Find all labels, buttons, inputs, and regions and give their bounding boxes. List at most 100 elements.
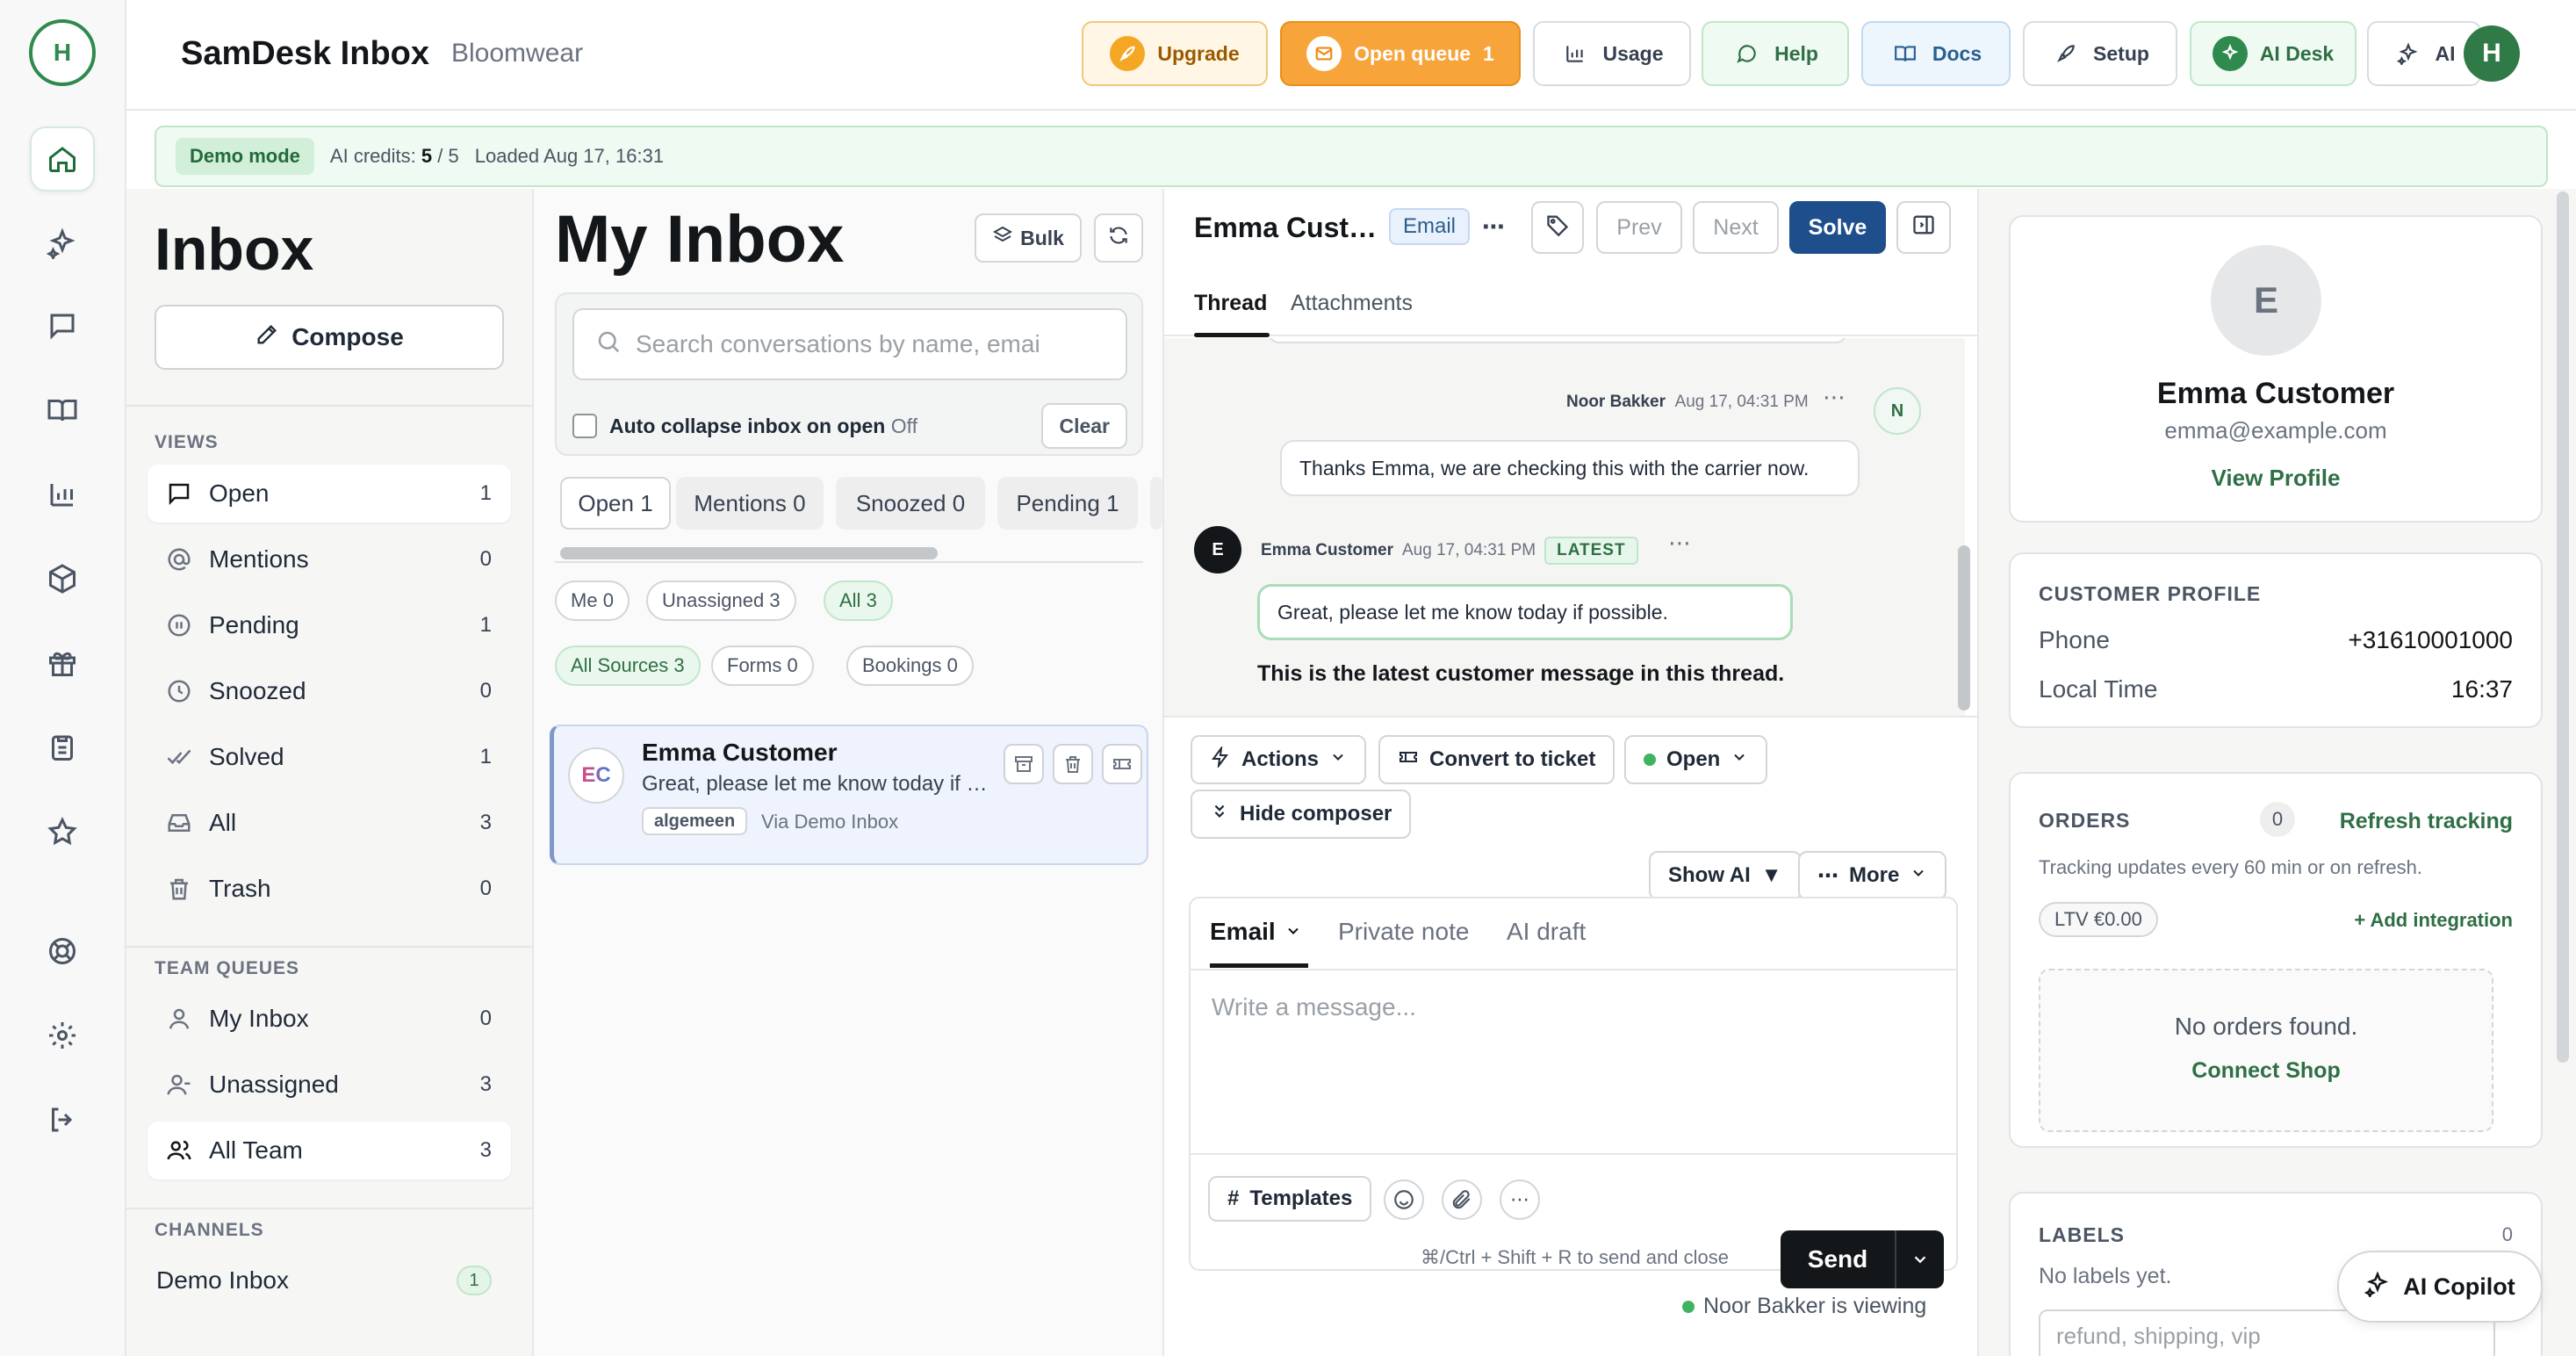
message-more-icon[interactable]: ⋯ [1823, 384, 1846, 411]
setup-button[interactable]: Setup [2023, 21, 2177, 86]
convert-to-ticket-button[interactable]: Convert to ticket [1378, 735, 1615, 784]
nav-view-open[interactable]: Open 1 [148, 465, 511, 523]
filter-all[interactable]: All 3 [824, 581, 893, 621]
next-button[interactable]: Next [1693, 201, 1779, 254]
editor-tab-ai-draft[interactable]: AI draft [1507, 918, 1586, 946]
nav-queue-all-team[interactable]: All Team 3 [148, 1122, 511, 1179]
editor-tab-email[interactable]: Email [1210, 918, 1302, 946]
hide-composer-button[interactable]: Hide composer [1191, 790, 1412, 839]
help-button[interactable]: Help [1702, 21, 1849, 86]
refresh-button[interactable] [1094, 213, 1143, 263]
view-profile-link[interactable]: View Profile [2011, 465, 2541, 492]
ai-desk-button[interactable]: AI Desk [2190, 21, 2357, 86]
logout-icon[interactable] [30, 1087, 95, 1152]
message-more-icon[interactable]: ⋯ [1668, 530, 1691, 557]
tab-thread[interactable]: Thread [1194, 291, 1267, 316]
chat-icon[interactable] [30, 293, 95, 358]
nav-view-mentions[interactable]: Mentions 0 [148, 530, 511, 588]
tab-overflow[interactable] [1150, 477, 1162, 530]
send-button[interactable]: Send [1781, 1245, 1895, 1273]
usage-button[interactable]: Usage [1533, 21, 1691, 86]
connect-shop-link[interactable]: Connect Shop [2040, 1058, 2492, 1084]
search-input[interactable]: Search conversations by name, emai [572, 308, 1127, 380]
nav-queue-my-inbox[interactable]: My Inbox 0 [148, 990, 511, 1048]
more-button[interactable]: ⋯ More [1798, 851, 1947, 900]
clear-button[interactable]: Clear [1041, 403, 1127, 449]
top-header: SamDesk Inbox Bloomwear Upgrade Open que… [126, 0, 2576, 111]
message-meta: Noor Bakker Aug 17, 04:31 PM [1566, 393, 1809, 411]
book-icon[interactable] [30, 378, 95, 443]
ticket-icon[interactable] [1102, 744, 1142, 784]
open-queue-button[interactable]: Open queue 1 [1280, 21, 1521, 86]
toggle-sidebar-button[interactable] [1896, 201, 1951, 254]
package-icon[interactable] [30, 546, 95, 611]
double-check-icon [163, 741, 195, 773]
user-avatar[interactable]: H [2464, 25, 2520, 82]
tab-open[interactable]: Open 1 [560, 477, 671, 530]
tab-mentions[interactable]: Mentions 0 [676, 477, 824, 530]
nav-channel-demo-inbox[interactable]: Demo Inbox 1 [148, 1251, 511, 1309]
bulk-button[interactable]: Bulk [975, 213, 1082, 263]
tab-attachments[interactable]: Attachments [1291, 291, 1413, 316]
more-dots-icon[interactable]: ⋯ [1482, 213, 1505, 241]
sparkles-icon[interactable] [30, 211, 95, 276]
paperclip-icon[interactable] [1442, 1179, 1482, 1220]
bar-chart-icon[interactable] [30, 462, 95, 527]
show-ai-button[interactable]: Show AI ▼ [1649, 851, 1802, 900]
trash-icon[interactable] [1053, 744, 1093, 784]
tabs-scrollbar[interactable] [560, 547, 938, 559]
channels-header: CHANNELS [155, 1220, 264, 1240]
emoji-icon[interactable] [1384, 1179, 1424, 1220]
nav-queue-unassigned[interactable]: Unassigned 3 [148, 1056, 511, 1114]
ai-copilot-button[interactable]: AI Copilot [2337, 1251, 2543, 1323]
tab-snoozed[interactable]: Snoozed 0 [836, 477, 985, 530]
status-dot [1644, 754, 1656, 766]
filter-unassigned[interactable]: Unassigned 3 [646, 581, 796, 621]
thread-scrollbar[interactable] [1958, 545, 1970, 710]
filter-all-sources[interactable]: All Sources 3 [555, 646, 701, 686]
archive-icon[interactable] [1004, 744, 1044, 784]
lifebuoy-icon[interactable] [30, 919, 95, 984]
refresh-icon [1107, 224, 1130, 252]
clipboard-icon[interactable] [30, 715, 95, 780]
nav-view-trash[interactable]: Trash 0 [148, 860, 511, 918]
settings-gear-icon[interactable] [30, 1003, 95, 1068]
upgrade-button[interactable]: Upgrade [1082, 21, 1268, 86]
ticket-icon [1398, 747, 1419, 774]
tag-button[interactable] [1531, 201, 1584, 254]
compose-button[interactable]: Compose [155, 305, 504, 370]
divider [1191, 969, 1956, 970]
actions-dropdown[interactable]: Actions [1191, 735, 1367, 784]
tab-pending[interactable]: Pending 1 [997, 477, 1138, 530]
message-input[interactable]: Write a message... [1212, 993, 1416, 1021]
star-icon[interactable] [30, 799, 95, 864]
mail-icon [1306, 36, 1342, 71]
nav-view-solved[interactable]: Solved 1 [148, 728, 511, 786]
conversation-row[interactable]: EC Emma Customer Great, please let me kn… [550, 725, 1148, 865]
home-icon[interactable] [30, 126, 95, 191]
templates-button[interactable]: # Templates [1208, 1176, 1372, 1222]
workspace-avatar[interactable]: H [29, 19, 96, 86]
inbox-tray-icon [163, 807, 195, 839]
chevron-down-icon [1329, 747, 1347, 772]
refresh-tracking-link[interactable]: Refresh tracking [2340, 809, 2513, 834]
solve-button[interactable]: Solve [1789, 201, 1886, 254]
prev-button[interactable]: Prev [1596, 201, 1682, 254]
nav-view-snoozed[interactable]: Snoozed 0 [148, 662, 511, 720]
nav-view-pending[interactable]: Pending 1 [148, 596, 511, 654]
filter-me[interactable]: Me 0 [555, 581, 630, 621]
docs-button[interactable]: Docs [1861, 21, 2011, 86]
more-dots-icon[interactable]: ⋯ [1500, 1179, 1540, 1220]
add-integration-link[interactable]: + Add integration [2354, 909, 2513, 932]
auto-collapse-checkbox[interactable] [572, 414, 597, 438]
editor-tab-private-note[interactable]: Private note [1338, 918, 1469, 946]
filter-forms[interactable]: Forms 0 [711, 646, 814, 686]
gift-icon[interactable] [30, 631, 95, 696]
customer-panel-scrollbar[interactable] [2557, 191, 2569, 1063]
send-options-chevron-icon[interactable] [1896, 1250, 1944, 1269]
views-header: VIEWS [155, 432, 219, 452]
status-dropdown[interactable]: Open [1624, 735, 1768, 784]
ltv-badge: LTV €0.00 [2039, 902, 2158, 937]
nav-view-all[interactable]: All 3 [148, 794, 511, 852]
filter-bookings[interactable]: Bookings 0 [846, 646, 974, 686]
